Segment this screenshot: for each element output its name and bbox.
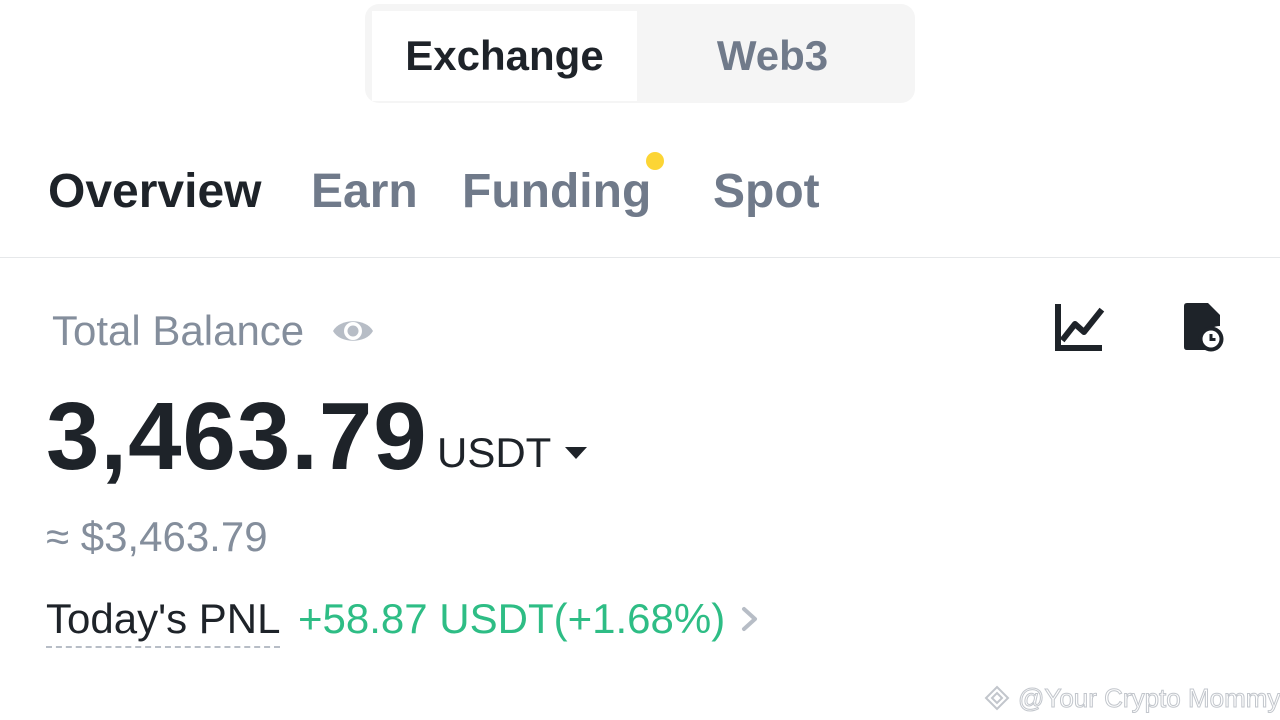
todays-pnl-value: +58.87 USDT(+1.68%) (298, 595, 726, 642)
exchange-web3-toggle: Exchange Web3 (365, 4, 915, 103)
watermark-text: @Your Crypto Mommy (1017, 682, 1280, 713)
caret-down-icon (565, 447, 588, 459)
tab-earn[interactable]: Earn (311, 164, 418, 220)
funding-notification-dot (646, 152, 664, 170)
chart-icon[interactable] (1052, 300, 1108, 356)
total-balance-label: Total Balance (52, 307, 305, 354)
total-balance-value: 3,463.79 (46, 383, 428, 490)
watermark-logo-icon (984, 685, 1010, 711)
approx-fiat-value: ≈ $3,463.79 (46, 513, 268, 560)
eye-icon[interactable] (330, 309, 376, 353)
segment-web3[interactable]: Web3 (637, 11, 908, 101)
watermark: @Your Crypto Mommy (982, 680, 1280, 716)
currency-selector[interactable]: USDT (437, 428, 588, 478)
chevron-right-icon[interactable] (738, 604, 762, 634)
tab-spot[interactable]: Spot (713, 164, 820, 220)
tab-overview[interactable]: Overview (48, 164, 261, 220)
history-icon[interactable] (1178, 300, 1234, 356)
currency-label: USDT (437, 429, 552, 476)
tab-funding[interactable]: Funding (462, 164, 651, 220)
todays-pnl-label[interactable]: Today's PNL (46, 594, 281, 648)
segment-exchange[interactable]: Exchange (372, 11, 637, 101)
account-tabs: Overview Earn Funding Spot (0, 140, 1280, 258)
